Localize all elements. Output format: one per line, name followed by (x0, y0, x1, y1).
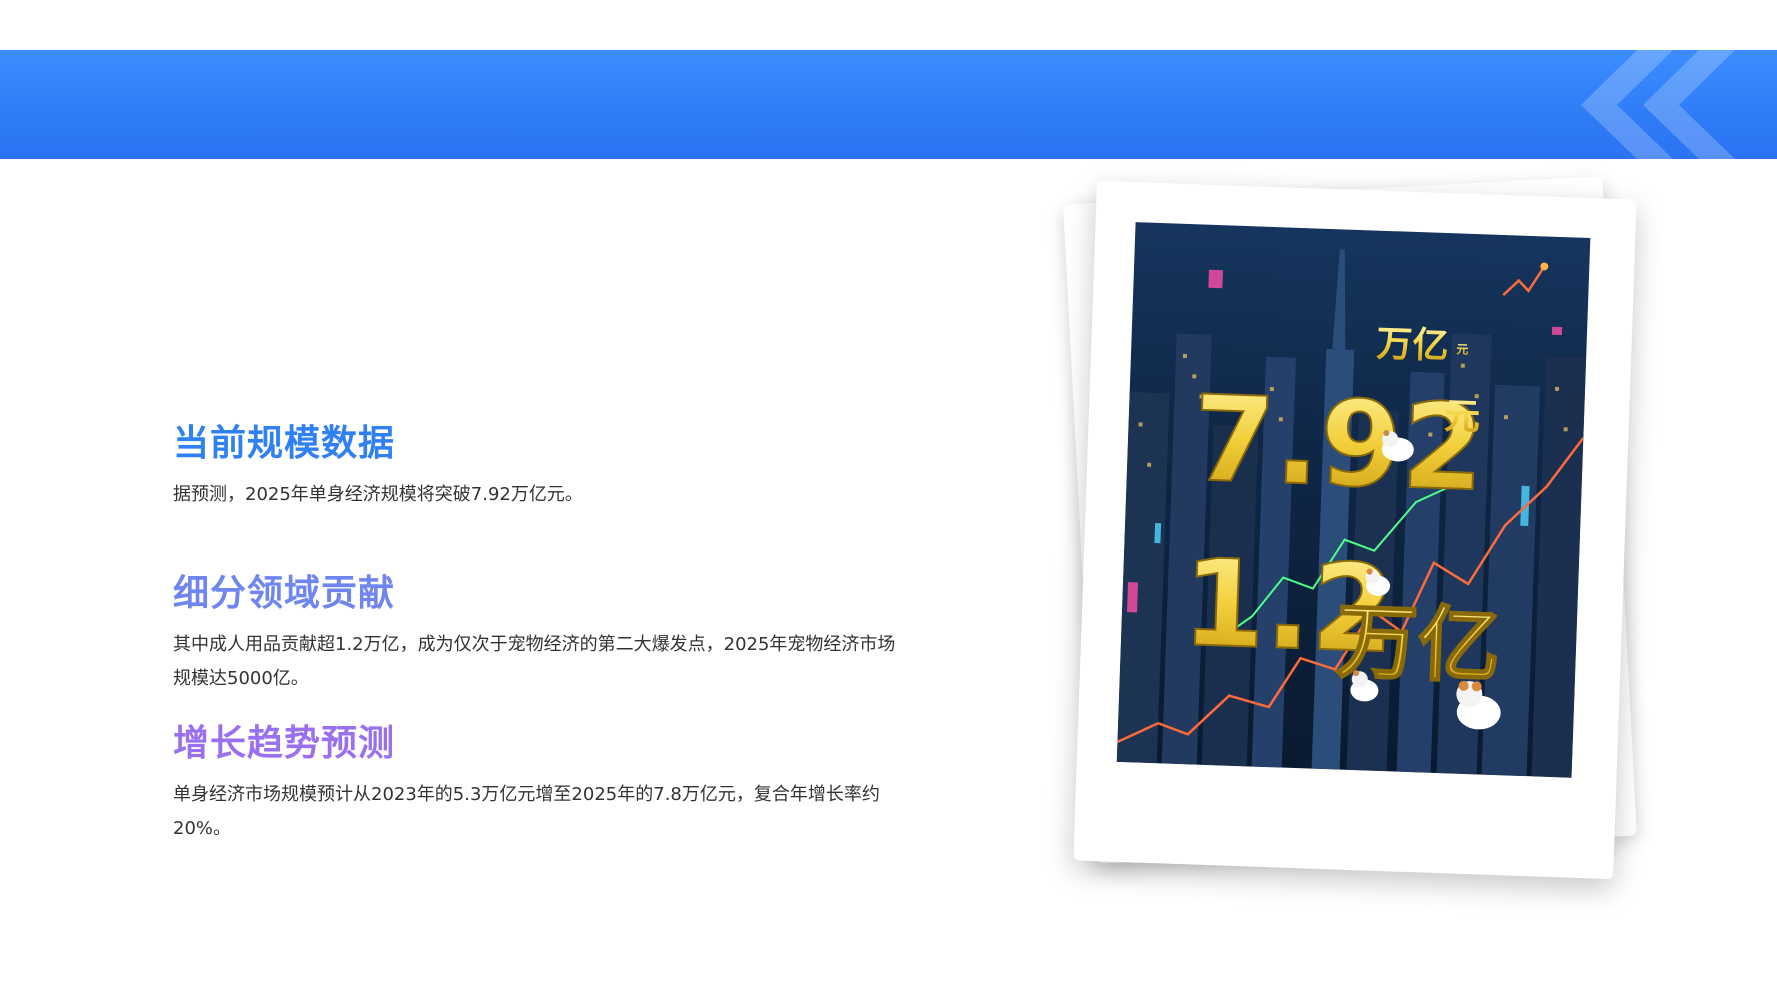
chevron-left-decoration-icon (1581, 50, 1735, 159)
section-growth-forecast: 增长趋势预测 单身经济市场规模预计从2023年的5.3万亿元增至2025年的7.… (173, 720, 913, 846)
image-big-unit-small: 元 (1456, 342, 1468, 356)
header-banner (0, 50, 1777, 159)
section-text: 据预测，2025年单身经济规模将突破7.92万亿元。 (173, 484, 583, 505)
section-title: 当前规模数据 (173, 423, 396, 464)
city-illustration: 万亿 元 7.92 元 1.2 万亿 (1116, 222, 1591, 778)
section-segment-contribution: 细分领域贡献 其中成人用品贡献超1.2万亿，成为仅次于宠物经济的第二大爆发点，2… (173, 570, 913, 696)
image-big-number: 7.92 (1191, 369, 1487, 517)
city-skyline-image: 万亿 元 7.92 元 1.2 万亿 (1116, 249, 1587, 778)
photo-stack: 万亿 元 7.92 元 1.2 万亿 (1060, 170, 1660, 890)
section-text: 单身经济市场规模预计从2023年的5.3万亿元增至2025年的7.8万亿元，复合… (173, 784, 880, 839)
section-text: 其中成人用品贡献超1.2万亿，成为仅次于宠物经济的第二大爆发点，2025年宠物经… (173, 634, 896, 689)
photo-frame: 万亿 元 7.92 元 1.2 万亿 (1073, 180, 1637, 880)
image-big-unit: 万亿 (1376, 324, 1449, 367)
section-title: 细分领域贡献 (173, 573, 396, 614)
image-side-unit: 元 (1443, 396, 1480, 438)
section-title: 增长趋势预测 (173, 723, 396, 764)
section-current-scale: 当前规模数据 据预测，2025年单身经济规模将突破7.92万亿元。 (173, 420, 913, 512)
